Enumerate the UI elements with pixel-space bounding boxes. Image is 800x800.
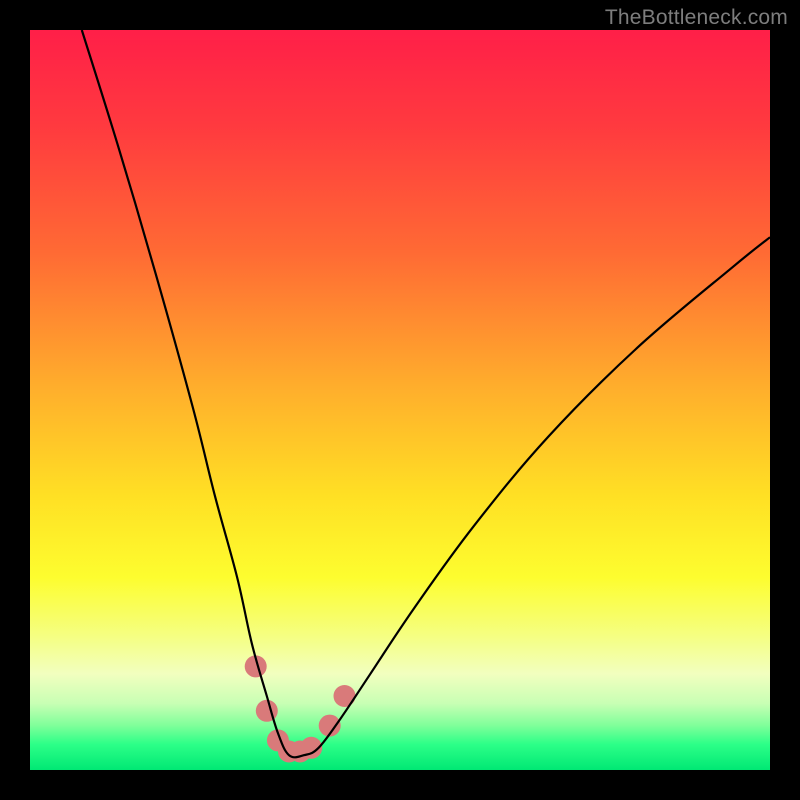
marker-group: [245, 655, 356, 762]
chart-svg: [30, 30, 770, 770]
bottleneck-curve: [82, 30, 770, 757]
outer-frame: TheBottleneck.com: [0, 0, 800, 800]
watermark-text: TheBottleneck.com: [605, 6, 788, 30]
data-marker: [256, 700, 278, 722]
plot-area: [30, 30, 770, 770]
data-marker: [334, 685, 356, 707]
